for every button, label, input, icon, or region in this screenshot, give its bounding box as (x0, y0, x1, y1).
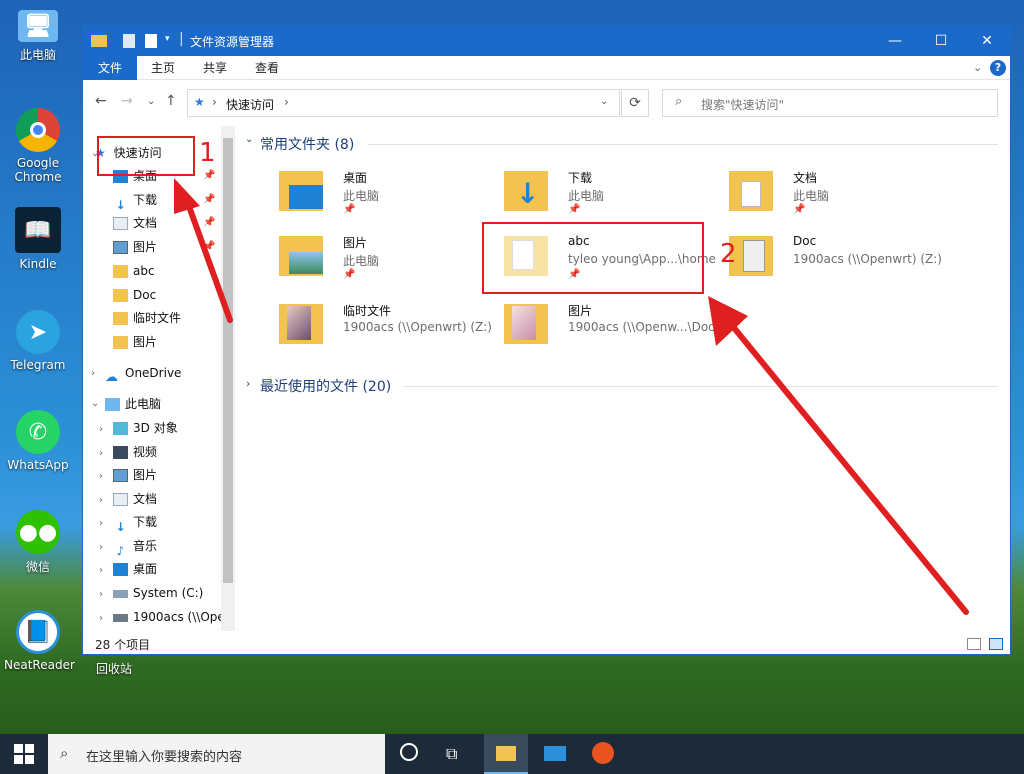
annotation-arrows (174, 178, 969, 615)
windows-start-icon[interactable] (14, 744, 34, 764)
folder-icon (496, 746, 516, 761)
taskbar-search-placeholder: 在这里输入你要搜索的内容 (86, 750, 243, 765)
ubuntu-icon[interactable] (592, 742, 614, 764)
taskbar: ⌕ 在这里输入你要搜索的内容 ⧉ (0, 734, 1024, 774)
search-icon: ⌕ (60, 744, 69, 762)
mail-icon[interactable] (544, 746, 566, 761)
annotation-arrow-2 (723, 315, 969, 615)
task-view-icon[interactable]: ⧉ (446, 744, 457, 764)
taskbar-file-explorer[interactable] (484, 734, 528, 774)
cortana-icon[interactable] (400, 743, 418, 761)
annotation-arrow-1 (183, 195, 233, 323)
taskbar-search-input[interactable]: ⌕ 在这里输入你要搜索的内容 (48, 734, 385, 774)
annotation-arrow-1-head (174, 178, 200, 214)
